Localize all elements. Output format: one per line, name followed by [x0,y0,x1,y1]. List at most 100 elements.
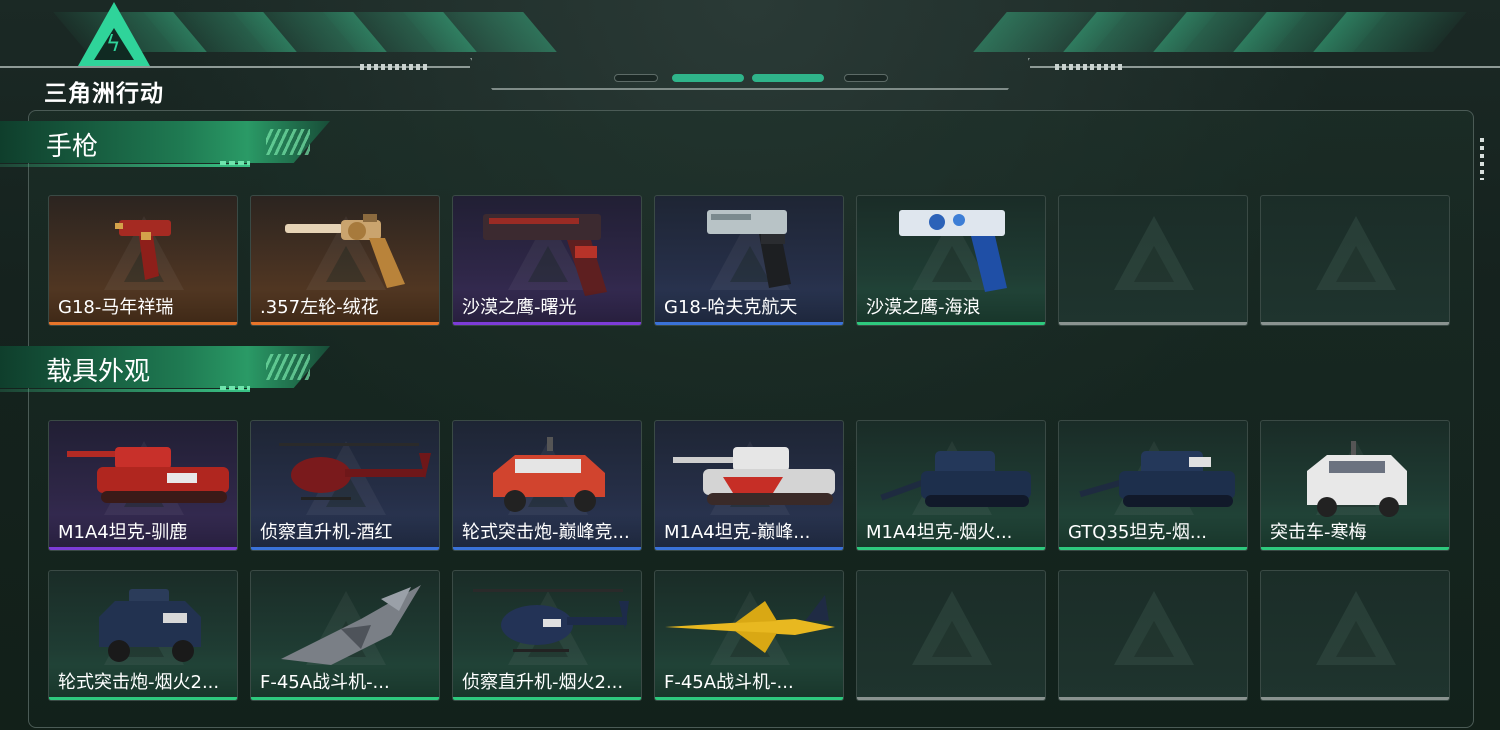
item-label: M1A4坦克-驯鹿 [58,522,188,543]
item-label: GTQ35坦克-烟... [1068,522,1208,543]
rarity-bar [453,547,641,550]
section-header-dashes [220,161,250,165]
rarity-bar [49,547,237,550]
empty-item-slot[interactable] [1058,570,1248,701]
tank-navy-icon [880,451,1031,507]
item-card[interactable]: F-45A战斗机-... [654,570,844,701]
item-label: 突击车-寒梅 [1270,522,1367,543]
item-label: 侦察直升机-烟火2... [462,672,624,693]
empty-item-slot[interactable] [1058,195,1248,326]
rarity-bar [655,322,843,325]
section-header-underline [0,164,250,167]
rarity-bar [1059,547,1247,550]
section-header-vehicles: 载具外观 [0,346,330,398]
rarity-bar [1261,547,1449,550]
rarity-bar [1261,322,1449,325]
item-label: 轮式突击炮-烟火2... [58,672,220,693]
item-label: 沙漠之鹰-海浪 [866,297,981,318]
rarity-bar [49,697,237,700]
rarity-bar [49,322,237,325]
watermark-triangle-inner [1336,246,1376,282]
header-ticks [1055,64,1125,70]
header-pill [844,74,888,82]
item-label: 侦察直升机-酒红 [260,522,393,543]
rarity-bar [857,322,1045,325]
logo-text: 三角洲行动 [44,81,164,107]
item-card[interactable]: 轮式突击炮-巅峰竞... [452,420,642,551]
item-label: 沙漠之鹰-曙光 [462,297,577,318]
item-card[interactable]: 侦察直升机-烟火2... [452,570,642,701]
item-card[interactable]: 沙漠之鹰-曙光 [452,195,642,326]
item-card[interactable]: 突击车-寒梅 [1260,420,1450,551]
watermark-triangle-inner [1134,621,1174,657]
rarity-bar [655,547,843,550]
rarity-bar [453,322,641,325]
logo-bolt-icon: ϟ [106,32,121,57]
pistol-black-icon [707,210,791,288]
game-logo: ϟ 三角洲行动 [44,2,184,107]
item-card[interactable]: .357左轮-绒花 [250,195,440,326]
pistol-red-gold-icon [115,220,171,280]
tank-red-white-icon [673,447,835,505]
helicopter-navy-icon [473,589,629,652]
item-card[interactable]: G18-马年祥瑞 [48,195,238,326]
item-card[interactable]: GTQ35坦克-烟... [1058,420,1248,551]
header-frame [470,58,1030,90]
empty-item-slot[interactable] [1260,195,1450,326]
tank-navy-2025-icon [1079,451,1235,507]
desert-eagle-red-icon [483,214,607,296]
rarity-bar [453,697,641,700]
rarity-bar [1261,697,1449,700]
rarity-bar [251,547,439,550]
rarity-bar [655,697,843,700]
section-title: 手枪 [46,132,99,162]
helicopter-red-icon [279,443,431,500]
armored-car-red-icon [493,437,605,512]
item-label: M1A4坦克-烟火... [866,522,1013,543]
watermark-triangle-inner [1134,246,1174,282]
header-ticks [360,64,430,70]
section-header-underline [0,389,250,392]
desert-eagle-blue-icon [899,210,1007,292]
item-label: 轮式突击炮-巅峰竞... [462,522,630,543]
scrollbar-handle[interactable] [1480,138,1484,180]
item-card[interactable]: 侦察直升机-酒红 [250,420,440,551]
item-card[interactable]: G18-哈夫克航天 [654,195,844,326]
item-label: G18-马年祥瑞 [58,297,174,318]
item-card[interactable]: 轮式突击炮-烟火2... [48,570,238,701]
item-label: M1A4坦克-巅峰... [664,522,811,543]
section-header-hatch [266,129,310,155]
header-pill [614,74,658,82]
empty-item-slot[interactable] [1260,570,1450,701]
empty-item-slot[interactable] [856,570,1046,701]
rarity-bar [1059,697,1247,700]
item-label: .357左轮-绒花 [260,297,379,318]
tank-red-icon [67,447,229,503]
revolver-gold-icon [285,214,405,288]
fighter-jet-yellow-icon [665,595,835,653]
section-header-hatch [266,354,310,380]
rarity-bar [251,322,439,325]
header-pill-active [672,74,744,82]
item-card[interactable]: 沙漠之鹰-海浪 [856,195,1046,326]
item-card[interactable]: M1A4坦克-烟火... [856,420,1046,551]
item-card[interactable]: F-45A战斗机-... [250,570,440,701]
assault-vehicle-white-icon [1307,441,1407,517]
item-label: F-45A战斗机-... [260,672,390,693]
rarity-bar [857,547,1045,550]
watermark-triangle-inner [1336,621,1376,657]
item-label: F-45A战斗机-... [664,672,794,693]
armored-car-navy-icon [99,589,201,662]
section-header-dashes [220,386,250,390]
header-pill-active [752,74,824,82]
item-card[interactable]: M1A4坦克-驯鹿 [48,420,238,551]
rarity-bar [1059,322,1247,325]
section-title: 载具外观 [46,357,151,387]
item-label: G18-哈夫克航天 [664,297,798,318]
header: ϟ 三角洲行动 [0,0,1500,107]
watermark-triangle-inner [932,621,972,657]
section-header-pistols: 手枪 [0,121,330,173]
fighter-jet-camo-icon [281,585,421,665]
item-card[interactable]: M1A4坦克-巅峰... [654,420,844,551]
rarity-bar [857,697,1045,700]
